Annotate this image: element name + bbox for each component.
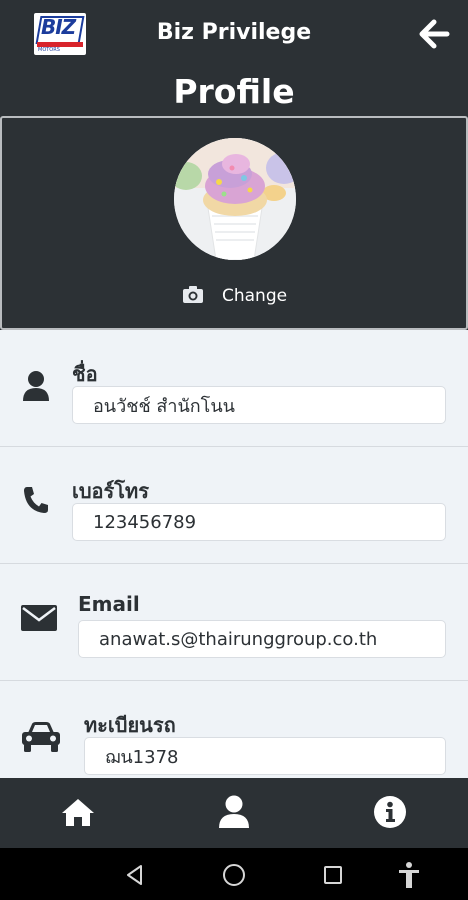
phone-input[interactable] (72, 503, 446, 541)
home-circle-icon[interactable] (219, 860, 249, 890)
profile-avatar[interactable] (174, 138, 296, 260)
home-icon[interactable] (58, 792, 98, 832)
page-title: Profile (173, 72, 295, 111)
recents-square-icon[interactable] (318, 860, 348, 890)
app-title: Biz Privilege (156, 20, 312, 45)
change-photo-button[interactable]: Change (182, 284, 287, 308)
phone-icon (22, 485, 50, 519)
email-input[interactable] (78, 620, 446, 658)
phone-row: เบอร์โทร (0, 447, 468, 564)
envelope-icon (20, 604, 58, 636)
name-input[interactable] (72, 386, 446, 424)
plate-input[interactable] (84, 737, 446, 775)
profile-tab-icon[interactable] (214, 792, 254, 832)
app-header: BIZ MOTORS Biz Privilege Profile (0, 0, 468, 116)
plate-row: ทะเบียนรถ (0, 681, 468, 778)
accessibility-icon[interactable] (394, 860, 424, 890)
change-photo-label: Change (222, 286, 288, 306)
car-icon (20, 721, 62, 757)
info-icon[interactable] (370, 792, 410, 832)
back-triangle-icon[interactable] (120, 860, 150, 890)
camera-icon (182, 284, 204, 308)
profile-form: ชื่อ เบอร์โทร Email (0, 330, 468, 778)
email-label: Email (78, 592, 140, 616)
user-icon (22, 370, 50, 406)
profile-photo-panel: Change (0, 116, 468, 330)
logo-subtext: MOTORS (38, 47, 60, 53)
email-row: Email (0, 564, 468, 681)
system-navigation-bar (0, 848, 468, 900)
back-arrow-icon[interactable] (416, 16, 452, 52)
name-row: ชื่อ (0, 330, 468, 447)
bottom-tab-bar (0, 778, 468, 848)
